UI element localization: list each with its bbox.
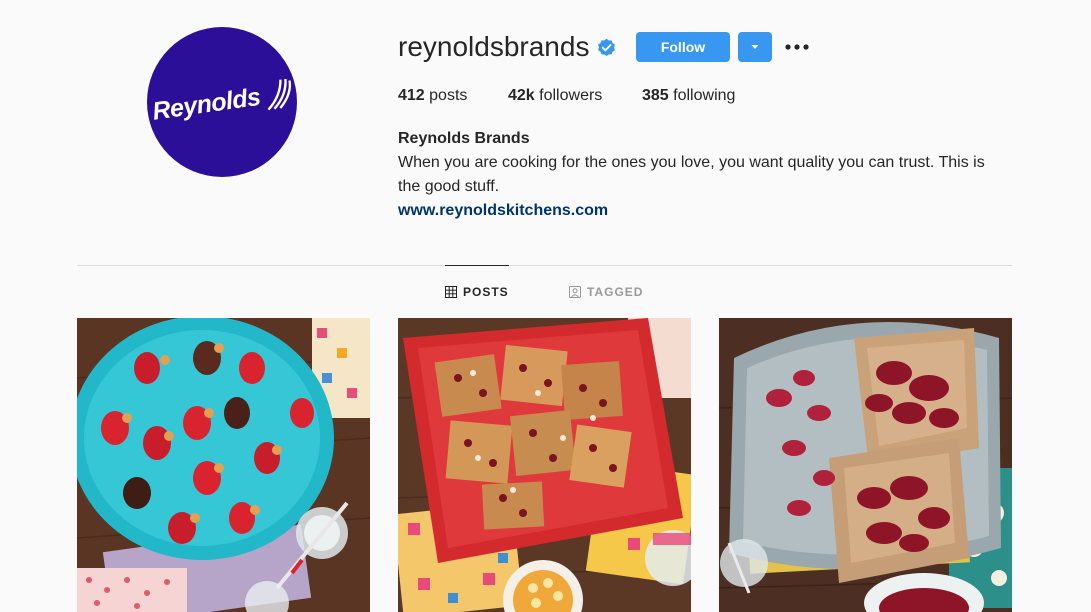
- followers-count: 42k: [508, 87, 535, 104]
- more-options-button[interactable]: [784, 36, 810, 58]
- verified-badge-icon: [598, 38, 615, 57]
- profile-page: Reynolds reynoldsbrands Follow 412 posts: [0, 0, 1091, 612]
- reynolds-logo: Reynolds: [150, 76, 294, 127]
- bio-website-link[interactable]: www.reynoldskitchens.com: [398, 199, 998, 223]
- caret-down-icon: [751, 45, 759, 49]
- tagged-icon: [569, 286, 581, 298]
- tab-tagged-label: TAGGED: [587, 285, 644, 299]
- posts-stat: 412 posts: [398, 87, 467, 105]
- following-stat[interactable]: 385 following: [642, 87, 735, 105]
- posts-count: 412: [398, 87, 425, 104]
- tabs-divider: [77, 265, 1012, 266]
- post-thumbnail[interactable]: [77, 318, 370, 612]
- post-thumbnail[interactable]: [719, 318, 1012, 612]
- tab-tagged[interactable]: TAGGED: [569, 285, 643, 299]
- active-tab-indicator: [445, 265, 509, 266]
- following-count: 385: [642, 87, 669, 104]
- followers-stat[interactable]: 42k followers: [508, 87, 602, 105]
- following-label: following: [673, 87, 736, 104]
- post-image-beet-chips: [719, 318, 1012, 612]
- bio-text: When you are cooking for the ones you lo…: [398, 154, 985, 195]
- followers-label: followers: [539, 87, 603, 104]
- post-thumbnail[interactable]: [398, 318, 691, 612]
- profile-username: reynoldsbrands: [398, 31, 590, 62]
- grid-icon: [445, 286, 457, 298]
- profile-avatar[interactable]: Reynolds: [147, 27, 297, 177]
- suggested-dropdown-button[interactable]: [738, 32, 772, 62]
- profile-bio: Reynolds Brands When you are cooking for…: [398, 127, 998, 223]
- avatar-logo-text: Reynolds: [150, 82, 262, 126]
- posts-label: posts: [429, 87, 468, 104]
- post-image-cookie-bars: [398, 318, 691, 612]
- follow-button[interactable]: Follow: [636, 32, 730, 62]
- logo-swoosh-icon: [266, 78, 291, 111]
- post-image-strawberries: [77, 318, 370, 612]
- tab-posts-label: POSTS: [463, 285, 509, 299]
- tab-posts[interactable]: POSTS: [445, 285, 509, 299]
- more-dots-icon: [785, 44, 809, 50]
- bio-name: Reynolds Brands: [398, 130, 530, 147]
